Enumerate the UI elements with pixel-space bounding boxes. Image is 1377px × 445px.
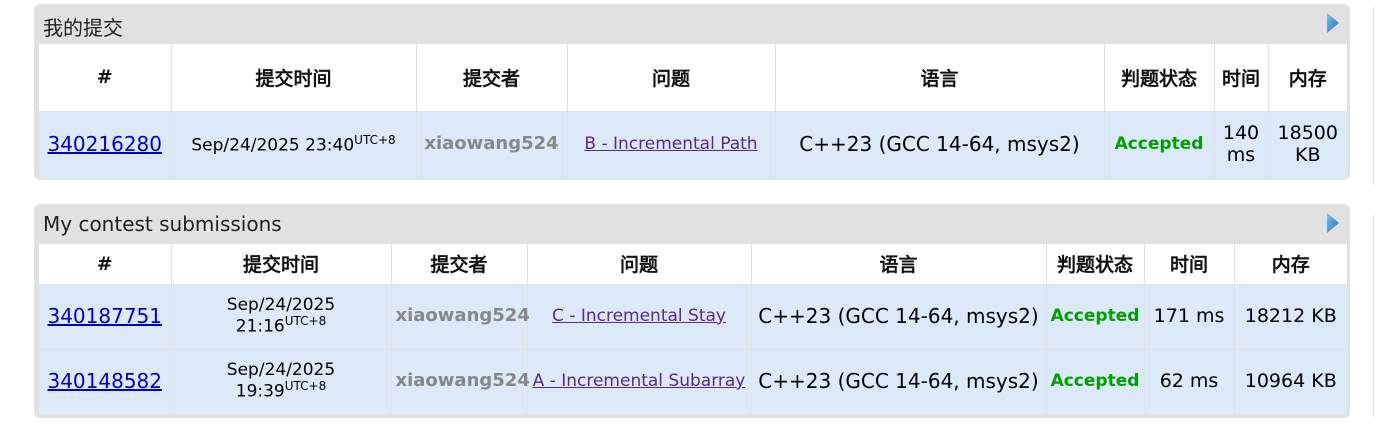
memory-value: 10964 KB — [1244, 369, 1337, 392]
col-header-id: # — [39, 44, 172, 111]
col-header-time: 时间 — [1214, 44, 1269, 111]
table-header-row: # 提交时间 提交者 问题 语言 判题状态 时间 内存 — [39, 244, 1347, 284]
verdict-badge[interactable]: Accepted — [1051, 371, 1140, 391]
submission-id-link[interactable]: 340148582 — [47, 369, 162, 393]
col-header-time: 时间 — [1144, 244, 1235, 284]
time-value: 140 ms — [1222, 121, 1260, 166]
col-header-problem: 问题 — [527, 244, 752, 284]
language-label: C++23 (GCC 14-64, msys2) — [758, 304, 1039, 328]
submission-date: Sep/24/2025 — [226, 294, 336, 315]
submission-time: Sep/24/2025 21:16UTC+8 — [171, 283, 392, 349]
col-header-verdict: 判题状态 — [1046, 244, 1145, 284]
col-header-memory: 内存 — [1234, 244, 1347, 284]
submission-time: Sep/24/2025 19:39UTC+8 — [171, 348, 392, 414]
author-name[interactable]: xiaowang524 — [396, 305, 530, 326]
author-name[interactable]: xiaowang524 — [396, 370, 530, 392]
submissions-table: # 提交时间 提交者 问题 语言 判题状态 时间 内存 340216280 Se… — [39, 44, 1347, 178]
memory-value: 18500 KB — [1277, 121, 1338, 166]
submission-id-link[interactable]: 340216280 — [47, 132, 162, 156]
timezone-label: UTC+8 — [354, 132, 396, 147]
language-label: C++23 (GCC 14-64, msys2) — [758, 369, 1039, 394]
submission-clock: 19:39 — [235, 382, 285, 403]
verdict-badge[interactable]: Accepted — [1115, 134, 1204, 154]
panel-title: 我的提交 — [43, 16, 123, 40]
my-submissions-panel: 我的提交 # 提交时间 提交者 问题 语言 判题状态 时间 内存 3402162… — [34, 4, 1350, 180]
submission-clock: 21:16 — [235, 316, 285, 337]
panel-header: My contest submissions — [39, 204, 1347, 244]
col-header-when: 提交时间 — [171, 44, 417, 111]
problem-link[interactable]: B - Incremental Path — [584, 134, 757, 154]
submission-id-link[interactable]: 340187751 — [47, 304, 162, 328]
problem-link[interactable]: C - Incremental Stay — [552, 306, 726, 326]
table-header-row: # 提交时间 提交者 问题 语言 判题状态 时间 内存 — [39, 44, 1347, 111]
submission-date: Sep/24/2025 — [226, 359, 336, 380]
col-header-language: 语言 — [775, 44, 1105, 111]
triangle-right-icon[interactable] — [1326, 212, 1340, 234]
table-row: 340148582 Sep/24/2025 19:39UTC+8 xiaowang… — [39, 348, 1347, 414]
time-value: 62 ms — [1159, 369, 1219, 392]
submission-date: Sep/24/2025 23:40 — [191, 135, 355, 156]
panel-title: My contest submissions — [43, 212, 282, 236]
page-edge — [1373, 214, 1377, 418]
col-header-author: 提交者 — [416, 44, 568, 111]
problem-link[interactable]: A - Incremental Subarray — [533, 371, 746, 391]
col-header-verdict: 判题状态 — [1104, 44, 1215, 111]
col-header-problem: 问题 — [567, 44, 776, 111]
timezone-label: UTC+8 — [284, 314, 327, 329]
author-name[interactable]: xiaowang524 — [424, 133, 558, 155]
col-header-author: 提交者 — [391, 244, 528, 284]
contest-submissions-panel: My contest submissions # 提交时间 提交者 问题 语言 — [34, 204, 1350, 418]
col-header-when: 提交时间 — [171, 244, 392, 284]
col-header-id: # — [39, 244, 172, 284]
language-label: C++23 (GCC 14-64, msys2) — [799, 132, 1080, 157]
triangle-right-icon[interactable] — [1326, 12, 1340, 34]
submissions-table: # 提交时间 提交者 问题 语言 判题状态 时间 内存 340187751 Se… — [39, 244, 1347, 414]
col-header-language: 语言 — [751, 244, 1047, 284]
table-row: 340187751 Sep/24/2025 21:16UTC+8 xiaowang… — [39, 283, 1347, 349]
submission-time: Sep/24/2025 23:40UTC+8 — [171, 110, 417, 178]
timezone-label: UTC+8 — [284, 379, 327, 394]
col-header-memory: 内存 — [1268, 44, 1347, 111]
table-row: 340216280 Sep/24/2025 23:40UTC+8 xiaowan… — [39, 110, 1347, 178]
verdict-badge[interactable]: Accepted — [1051, 306, 1140, 326]
time-value: 171 ms — [1153, 304, 1225, 327]
page-edge — [1373, 6, 1377, 186]
panel-header: 我的提交 — [39, 4, 1347, 44]
memory-value: 18212 KB — [1244, 304, 1337, 327]
